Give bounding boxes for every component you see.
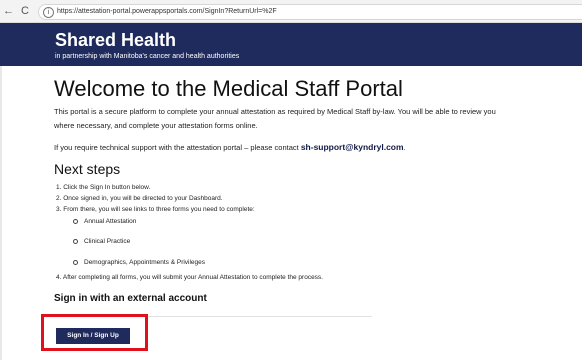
reload-icon[interactable]: C: [21, 4, 29, 18]
page-left-border: [0, 66, 2, 360]
support-suffix: .: [403, 143, 406, 152]
form-label: Clinical Practice: [84, 238, 131, 245]
brand-title[interactable]: Shared Health: [55, 29, 176, 51]
site-header: Shared Health in partnership with Manito…: [0, 23, 582, 66]
url-field[interactable]: i https://attestation-portal.powerappspo…: [38, 4, 582, 20]
form-label: Demographics, Appointments & Privileges: [84, 259, 206, 266]
bullet-icon: [73, 238, 78, 244]
divider: [54, 316, 372, 317]
step-2: 2. Once signed in, you will be directed …: [56, 195, 223, 202]
sign-in-sign-up-button[interactable]: Sign In / Sign Up: [56, 328, 130, 344]
page-title: Welcome to the Medical Staff Portal: [54, 76, 403, 101]
form-item-annual-attestation: Annual Attestation: [73, 217, 136, 226]
site-info-icon[interactable]: i: [43, 7, 54, 18]
step-3: 3. From there, you will see links to thr…: [56, 206, 255, 213]
bullet-icon: [73, 218, 78, 224]
support-paragraph: If you require technical support with th…: [54, 141, 406, 154]
next-steps-heading: Next steps: [54, 161, 121, 177]
url-text: https://attestation-portal.powerappsport…: [57, 8, 277, 15]
support-email-link[interactable]: sh-support@kyndryl.com: [301, 142, 404, 152]
intro-line-1: This portal is a secure platform to comp…: [54, 107, 496, 116]
back-arrow-icon[interactable]: ←: [3, 4, 14, 18]
intro-paragraph: This portal is a secure platform to comp…: [54, 105, 582, 133]
external-account-heading: Sign in with an external account: [54, 293, 207, 304]
step-4: 4. After completing all forms, you will …: [56, 274, 323, 281]
page: ← C i https://attestation-portal.powerap…: [0, 0, 582, 360]
intro-line-2: where necessary, and complete your attes…: [54, 121, 258, 130]
support-text: If you require technical support with th…: [54, 143, 301, 152]
brand-subtitle: in partnership with Manitoba's cancer an…: [55, 53, 240, 60]
form-item-demographics: Demographics, Appointments & Privileges: [73, 258, 205, 267]
bullet-icon: [73, 259, 78, 265]
form-item-clinical-practice: Clinical Practice: [73, 237, 130, 246]
form-label: Annual Attestation: [84, 218, 137, 225]
step-1: 1. Click the Sign In button below.: [56, 184, 151, 191]
browser-address-bar: ← C i https://attestation-portal.powerap…: [0, 0, 582, 23]
